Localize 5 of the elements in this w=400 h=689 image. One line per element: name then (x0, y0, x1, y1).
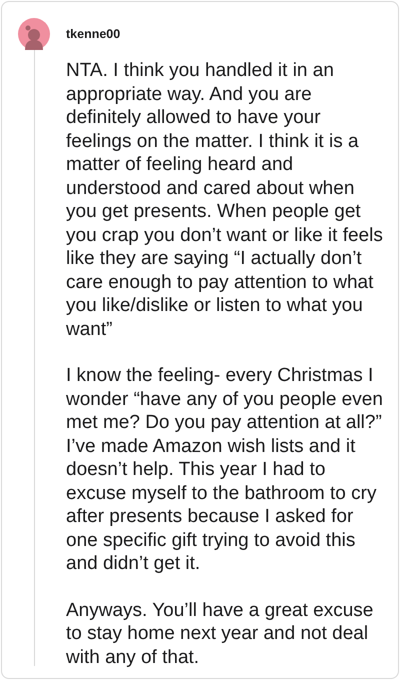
username: tkenne00 (66, 26, 122, 43)
avatar-icon (18, 18, 50, 50)
comment-paragraph: NTA. I think you handled it in an appropriate way. And you are definitely allowed to have your feelings on the matter. I think it is a matter of feeling heard and understood and cared about when you get presents. When people get you crap you don’t want or like it feels like they are saying “I actually don’t care enough to pay attention to what you like/dislike or listen to what you want” (66, 59, 384, 341)
comment-paragraph: I know the feeling- every Christmas I wonder “have any of you people even met me? Do you pay attention at all?” I’ve made Amazon wish lists and it doesn’t help. This year I had to excuse myself to the bathroom to cry after presents because I asked for one specific gift trying to avoid this and didn’t get it. (66, 364, 384, 576)
comment-paragraph: Anyways. You’ll have a great excuse to stay home next year and not deal with any of that. (66, 598, 374, 669)
